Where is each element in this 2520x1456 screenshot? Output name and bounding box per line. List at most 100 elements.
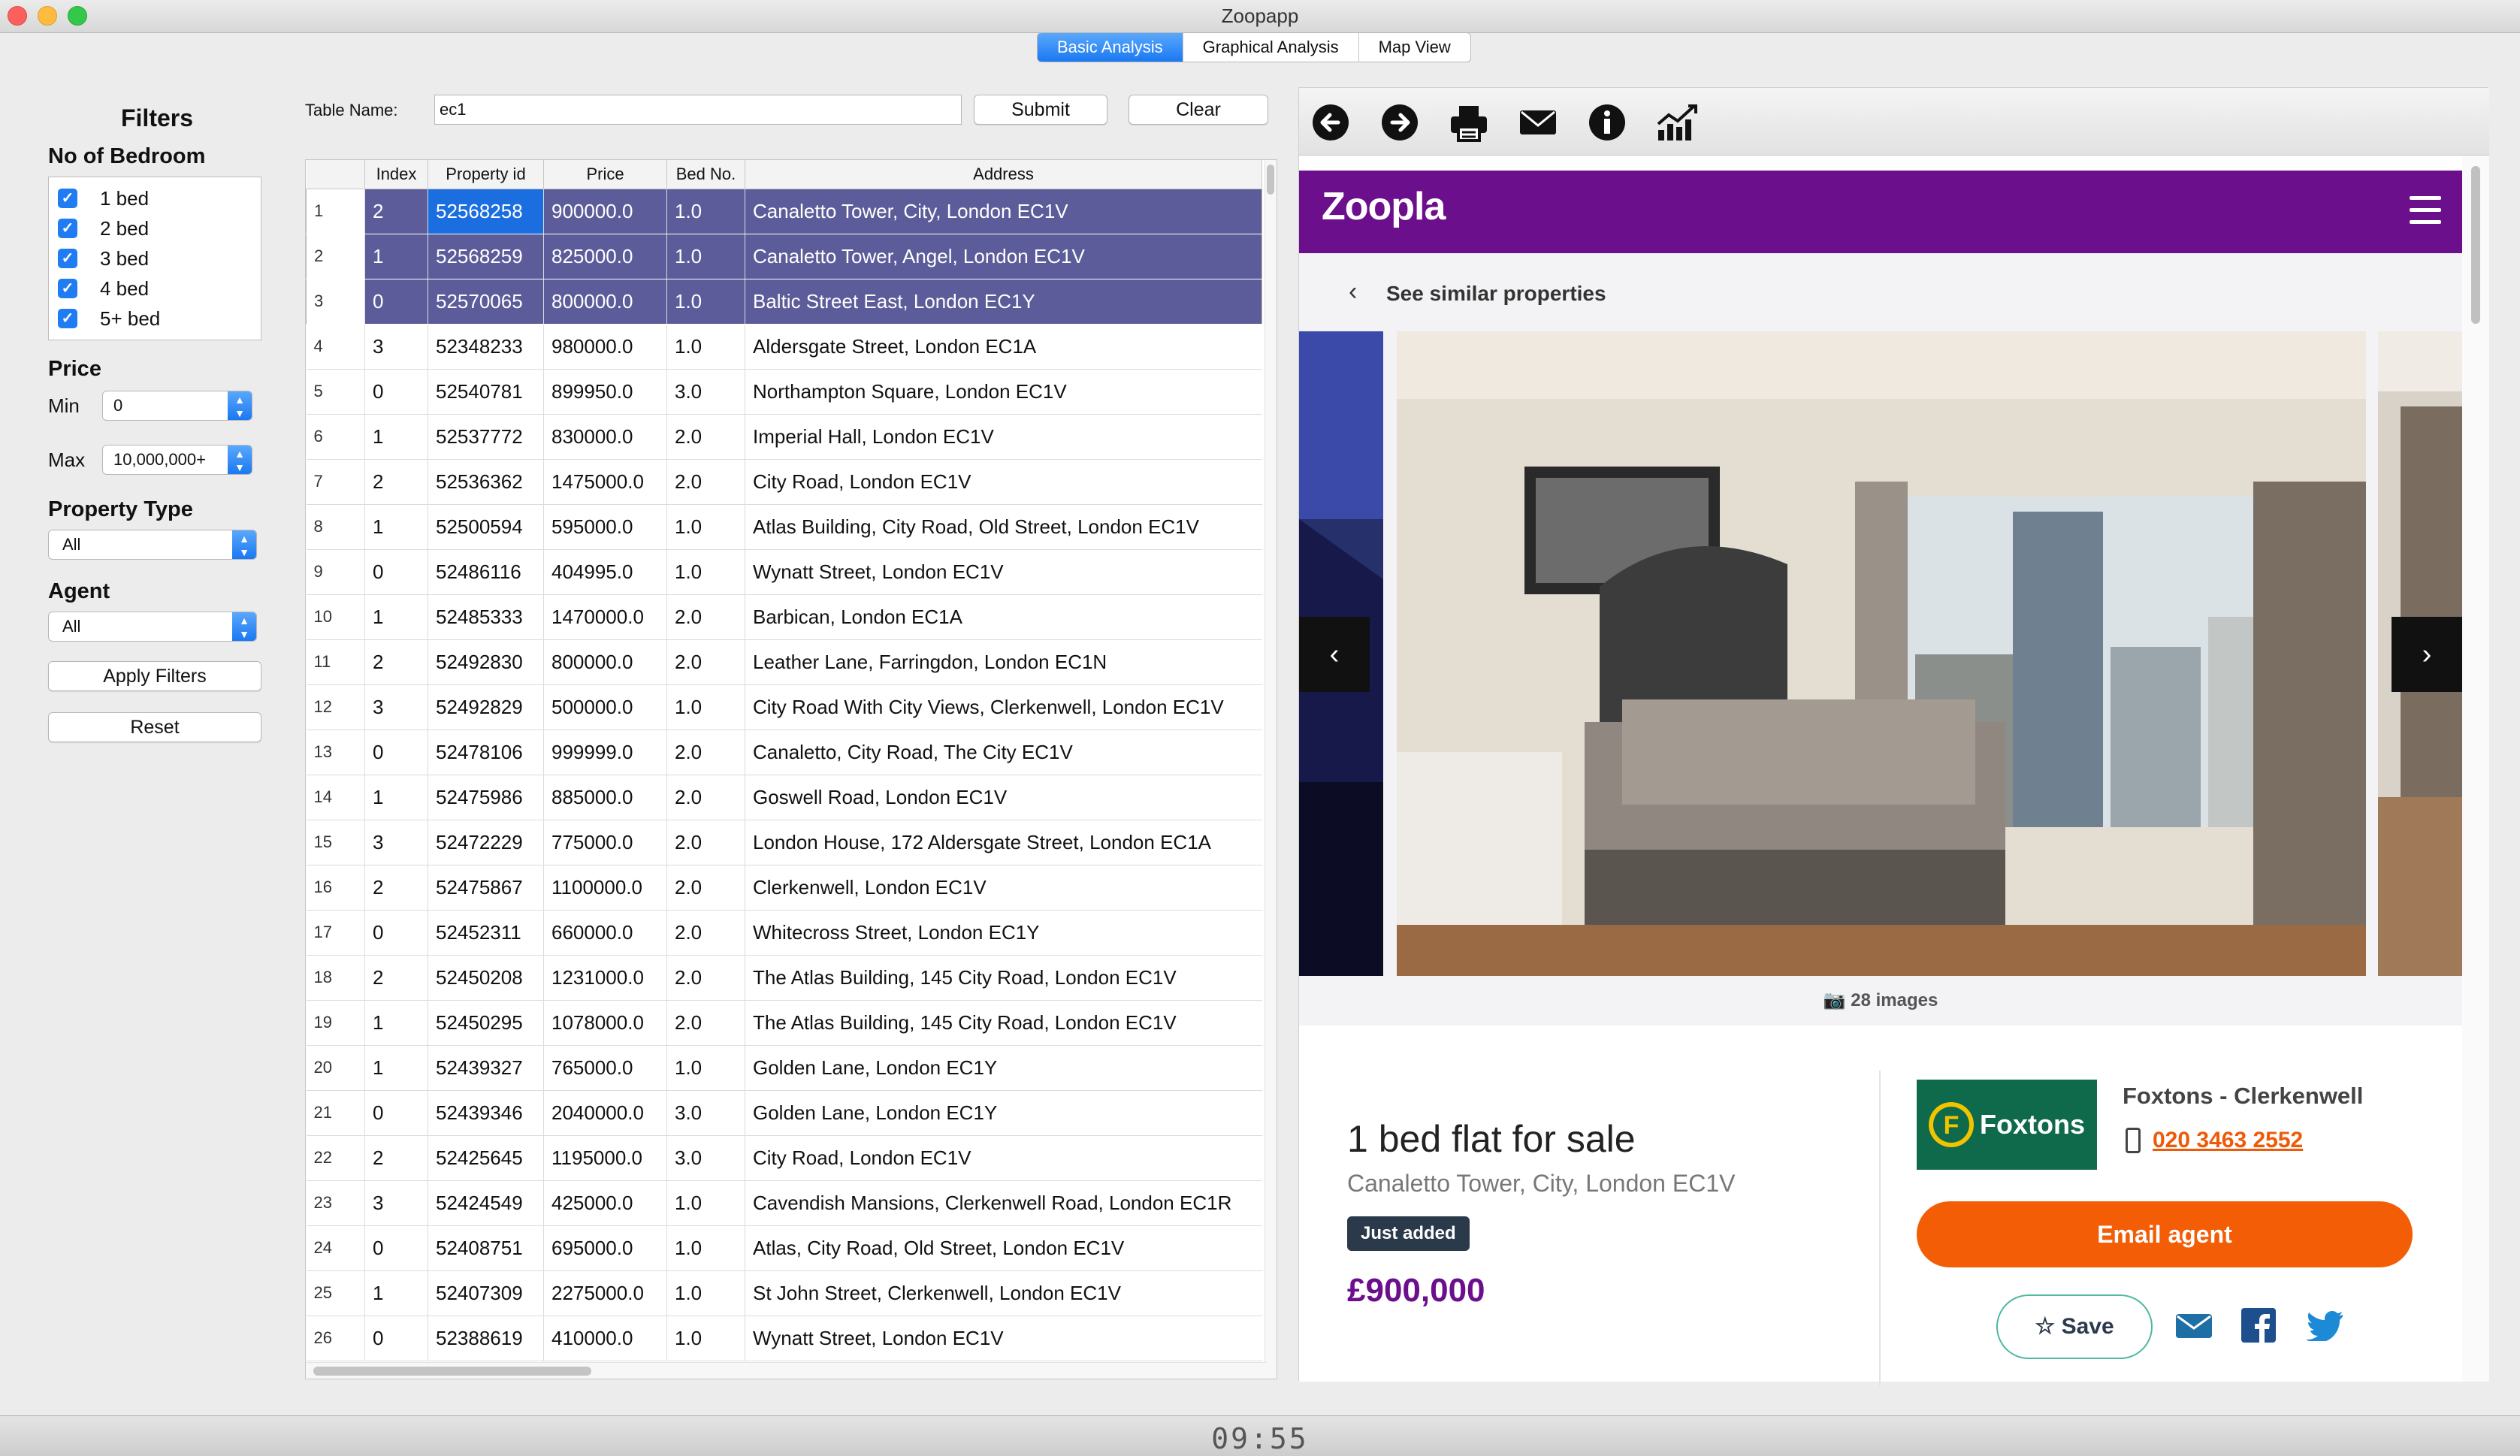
cell-property-id[interactable]: 52348233 (428, 324, 544, 370)
cell-bed-no[interactable]: 1.0 (666, 1225, 745, 1271)
cell-price[interactable]: 404995.0 (543, 549, 667, 595)
cell-property-id[interactable]: 52408751 (428, 1225, 544, 1271)
cell-property-id[interactable]: 52425645 (428, 1135, 544, 1181)
cell-bed-no[interactable]: 3.0 (666, 369, 745, 415)
row-number[interactable]: 14 (306, 775, 365, 820)
cell-address[interactable]: London House, 172 Aldersgate Street, Lon… (745, 820, 1262, 865)
gallery-prev-button[interactable]: ‹ (1299, 617, 1370, 692)
table-row[interactable]: 17 0 52452311 660000.0 2.0 Whitecross Street,… (306, 910, 1262, 956)
table-row[interactable]: 23 3 52424549 425000.0 1.0 Cavendish Mansions… (306, 1180, 1262, 1226)
cell-bed-no[interactable]: 2.0 (666, 955, 745, 1001)
table-row[interactable]: 2 1 52568259 825000.0 1.0 Canaletto Tower, An… (306, 234, 1262, 279)
email-share-icon[interactable] (2175, 1313, 2213, 1340)
column-header-index[interactable]: Index (364, 160, 428, 189)
cell-property-id[interactable]: 52492829 (428, 684, 544, 730)
cell-index[interactable]: 1 (364, 414, 428, 460)
cell-index[interactable]: 3 (364, 324, 428, 370)
cell-index[interactable]: 1 (364, 234, 428, 279)
cell-property-id[interactable]: 52407309 (428, 1270, 544, 1316)
cell-address[interactable]: Barbican, London EC1A (745, 594, 1262, 640)
row-number[interactable]: 23 (306, 1180, 365, 1226)
checkbox-checked[interactable]: ✓ (58, 309, 77, 328)
cell-bed-no[interactable]: 2.0 (666, 910, 745, 956)
cell-price[interactable]: 800000.0 (543, 639, 667, 685)
cell-address[interactable]: Imperial Hall, London EC1V (745, 414, 1262, 460)
cell-address[interactable]: The Atlas Building, 145 City Road, Londo… (745, 1000, 1262, 1046)
row-number[interactable]: 16 (306, 865, 365, 911)
cell-price[interactable]: 595000.0 (543, 504, 667, 550)
table-row[interactable]: 15 3 52472229 775000.0 2.0 London House, 172 … (306, 820, 1262, 865)
cell-bed-no[interactable]: 1.0 (666, 234, 745, 279)
back-arrow-icon[interactable] (1311, 103, 1350, 142)
cell-address[interactable]: Baltic Street East, London EC1Y (745, 279, 1262, 325)
cell-address[interactable]: Whitecross Street, London EC1Y (745, 910, 1262, 956)
cell-property-id[interactable]: 52452311 (428, 910, 544, 956)
cell-bed-no[interactable]: 1.0 (666, 1045, 745, 1091)
cell-bed-no[interactable]: 3.0 (666, 1135, 745, 1181)
table-row[interactable]: 20 1 52439327 765000.0 1.0 Golden Lane, Londo… (306, 1045, 1262, 1091)
row-number[interactable]: 26 (306, 1316, 365, 1361)
cell-bed-no[interactable]: 3.0 (666, 1090, 745, 1136)
checkbox-checked[interactable]: ✓ (58, 249, 77, 268)
table-row[interactable]: 1 2 52568258 900000.0 1.0 Canaletto Tower, Ci… (306, 189, 1262, 234)
cell-bed-no[interactable]: 1.0 (666, 1270, 745, 1316)
cell-price[interactable]: 999999.0 (543, 730, 667, 775)
webview-scrollbar[interactable] (2462, 156, 2489, 1382)
forward-arrow-icon[interactable] (1380, 103, 1419, 142)
reset-button[interactable]: Reset (48, 712, 261, 742)
row-number[interactable]: 1 (306, 189, 365, 234)
cell-property-id[interactable]: 52439346 (428, 1090, 544, 1136)
see-similar-link[interactable]: ‹ See similar properties (1299, 253, 2462, 331)
cell-index[interactable]: 3 (364, 820, 428, 865)
cell-price[interactable]: 2275000.0 (543, 1270, 667, 1316)
column-header-property-id[interactable]: Property id (428, 160, 544, 189)
column-header-bed-no[interactable]: Bed No. (666, 160, 745, 189)
cell-index[interactable]: 0 (364, 1090, 428, 1136)
hamburger-menu-icon[interactable] (2410, 196, 2441, 232)
zoopla-logo[interactable]: Zoopla (1322, 184, 1446, 229)
table-row[interactable]: 22 2 52425645 1195000.0 3.0 City Road, London… (306, 1135, 1262, 1181)
bedroom-option[interactable]: ✓ 3 bed (58, 243, 261, 273)
cell-property-id[interactable]: 52540781 (428, 369, 544, 415)
row-number[interactable]: 20 (306, 1045, 365, 1091)
cell-index[interactable]: 0 (364, 1225, 428, 1271)
table-row[interactable]: 19 1 52450295 1078000.0 2.0 The Atlas Buildin… (306, 1000, 1262, 1046)
printer-icon[interactable] (1449, 103, 1488, 142)
row-number[interactable]: 11 (306, 639, 365, 685)
table-row[interactable]: 6 1 52537772 830000.0 2.0 Imperial Hall, Lond… (306, 414, 1262, 460)
cell-index[interactable]: 1 (364, 594, 428, 640)
cell-address[interactable]: City Road With City Views, Clerkenwell, … (745, 684, 1262, 730)
email-agent-button[interactable]: Email agent (1917, 1201, 2413, 1267)
cell-index[interactable]: 1 (364, 504, 428, 550)
table-row[interactable]: 12 3 52492829 500000.0 1.0 City Road With Cit… (306, 684, 1262, 730)
row-number[interactable]: 22 (306, 1135, 365, 1181)
row-number[interactable]: 25 (306, 1270, 365, 1316)
min-price-spinner[interactable]: 0 ▲ ▼ (102, 391, 252, 421)
cell-address[interactable]: Clerkenwell, London EC1V (745, 865, 1262, 911)
cell-property-id[interactable]: 52439327 (428, 1045, 544, 1091)
row-number[interactable]: 17 (306, 910, 365, 956)
table-horizontal-scrollbar[interactable] (306, 1362, 1266, 1379)
image-count[interactable]: 📷 28 images (1299, 976, 2462, 1026)
cell-price[interactable]: 900000.0 (543, 189, 667, 234)
cell-address[interactable]: Canaletto Tower, Angel, London EC1V (745, 234, 1262, 279)
cell-price[interactable]: 980000.0 (543, 324, 667, 370)
chart-trend-icon[interactable] (1655, 103, 1700, 142)
cell-property-id[interactable]: 52388619 (428, 1316, 544, 1361)
column-header-address[interactable]: Address (745, 160, 1262, 189)
table-row[interactable]: 5 0 52540781 899950.0 3.0 Northampton Square,… (306, 369, 1262, 415)
cell-address[interactable]: Golden Lane, London EC1Y (745, 1045, 1262, 1091)
cell-price[interactable]: 660000.0 (543, 910, 667, 956)
cell-bed-no[interactable]: 1.0 (666, 1180, 745, 1226)
cell-price[interactable]: 425000.0 (543, 1180, 667, 1226)
cell-price[interactable]: 885000.0 (543, 775, 667, 820)
cell-index[interactable]: 2 (364, 639, 428, 685)
apply-filters-button[interactable]: Apply Filters (48, 661, 261, 691)
bedroom-option[interactable]: ✓ 4 bed (58, 273, 261, 304)
cell-bed-no[interactable]: 2.0 (666, 594, 745, 640)
stepper-arrows-icon[interactable]: ▲ ▼ (228, 391, 252, 420)
cell-price[interactable]: 1475000.0 (543, 459, 667, 505)
cell-bed-no[interactable]: 2.0 (666, 639, 745, 685)
table-row[interactable]: 26 0 52388619 410000.0 1.0 Wynatt Street, Lon… (306, 1316, 1262, 1361)
cell-bed-no[interactable]: 2.0 (666, 730, 745, 775)
